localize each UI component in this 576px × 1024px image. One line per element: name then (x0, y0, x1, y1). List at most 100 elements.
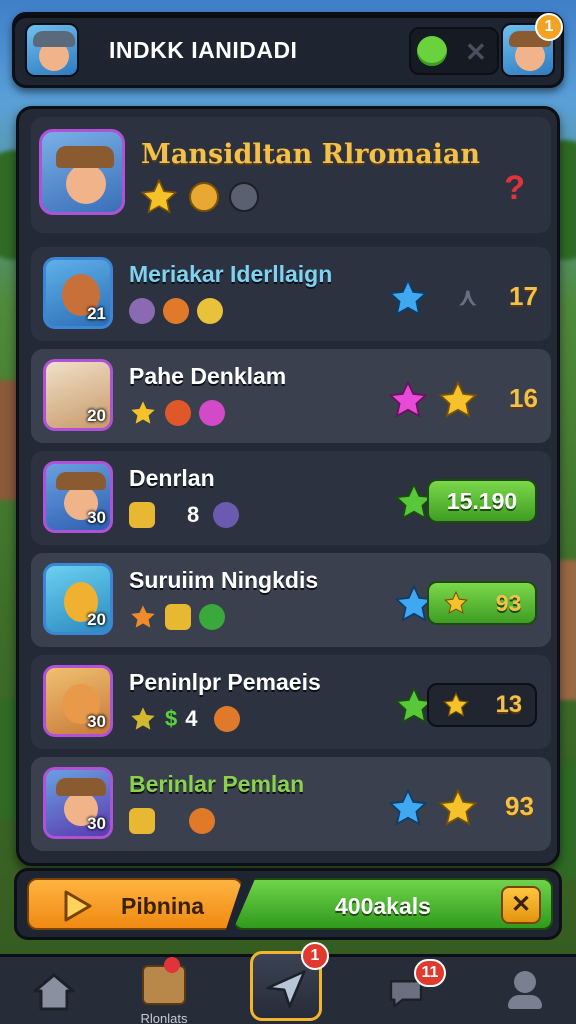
row-badges (129, 807, 215, 835)
close-button[interactable]: ✕ (501, 886, 541, 924)
star-icon (442, 691, 469, 717)
row-level: 20 (87, 406, 106, 425)
pink-gem-icon (199, 400, 225, 426)
home-icon (33, 973, 75, 1011)
nav-rewards-label: Rlonlats (140, 1011, 188, 1024)
rank-arrow-icon: ⋏ (459, 284, 477, 311)
center-badge: 1 (301, 942, 329, 970)
row-level: 30 (87, 712, 106, 731)
play-icon (64, 890, 92, 922)
star-icon (443, 590, 468, 614)
profile-icon (508, 971, 542, 1009)
leaderboard-row[interactable]: 30 Denrlan 8 15.190 (31, 451, 551, 545)
row-score: 13 (495, 691, 523, 718)
chat-badge: 11 (414, 959, 446, 987)
row-level: 30 (87, 814, 106, 833)
apple-icon (164, 957, 180, 973)
action-bar: Pibnina 400akals ✕ (14, 868, 562, 940)
row-badges: 8 (129, 501, 240, 529)
star-icon (388, 380, 428, 418)
orange-gem-icon (213, 706, 240, 732)
leaderboard-panel: Mansidltan Rlromaian ? 21 Meriakar Iderl… (16, 106, 560, 866)
row-player-name: Pahe Denklam (129, 363, 287, 389)
row-stat: 8 (187, 502, 200, 527)
star-icon (131, 401, 155, 424)
row-avatar: 21 (43, 257, 113, 329)
player-avatar[interactable] (25, 23, 79, 77)
nav-center-button[interactable]: 1 (250, 942, 329, 1021)
row-player-name: Denrlan (129, 465, 215, 491)
nav-chat[interactable]: 11 (370, 959, 450, 1024)
leaderboard-row[interactable]: 30 Peninlpr Pemaeis $ 4 13 (31, 655, 551, 749)
reward-button[interactable]: 400akals ✕ (233, 878, 553, 930)
row-player-name: Meriakar Iderllaign (129, 261, 333, 287)
leaderboard-row[interactable]: 20 Suruiim Ningkdis 93 (31, 553, 551, 647)
nav-rewards[interactable]: Rlonlats (124, 957, 204, 1024)
orange-gem-icon (163, 298, 189, 324)
nav-profile[interactable] (484, 965, 564, 1024)
orange-gem-icon (165, 400, 191, 426)
play-button[interactable]: Pibnina (27, 878, 243, 930)
orange-gem-icon (189, 808, 215, 834)
score-pill: 15.190 (427, 479, 537, 523)
row-avatar: 30 (43, 767, 113, 839)
star-icon (388, 278, 428, 316)
row-avatar: 20 (43, 563, 113, 635)
row-stat: 4 (185, 706, 198, 731)
leaderboard-row[interactable]: 20 Pahe Denklam 16 (31, 349, 551, 443)
toggle-on-icon (417, 36, 447, 66)
row-score: 93 (495, 589, 522, 616)
row-badges (129, 297, 223, 325)
bomb-icon (229, 182, 259, 212)
scroll-icon (142, 965, 186, 1005)
top-bar: INDKK IANIDADI ✕ 1 (12, 12, 564, 88)
row-player-name: Berinlar Pemlan (129, 771, 305, 797)
row-score: 93 (505, 791, 534, 821)
star-icon (438, 380, 478, 418)
green-gem-icon (199, 604, 225, 630)
gold-cube-icon (129, 808, 155, 834)
header-avatar[interactable] (39, 129, 125, 215)
row-badges (129, 603, 225, 631)
score-pill: 93 (427, 581, 537, 625)
header-rewards (139, 177, 259, 217)
row-score: 16 (509, 383, 538, 413)
star-icon (438, 788, 478, 826)
header-player-name: Mansidltan Rlromaian (141, 139, 480, 170)
score-pill: 13 (427, 683, 537, 727)
send-icon (266, 970, 306, 1008)
row-avatar: 30 (43, 461, 113, 533)
help-icon[interactable]: ? (504, 169, 525, 208)
gold-cube-icon (165, 604, 191, 630)
play-button-label: Pibnina (121, 893, 205, 919)
row-badges (129, 399, 225, 427)
header-card: Mansidltan Rlromaian ? (31, 117, 551, 233)
row-level: 30 (87, 508, 106, 527)
row-avatar: 20 (43, 359, 113, 431)
notification-badge: 1 (535, 13, 563, 41)
reward-button-label: 400akals (335, 893, 431, 919)
close-icon: ✕ (465, 37, 487, 67)
row-badges: $ 4 (129, 705, 240, 733)
row-level: 20 (87, 610, 106, 629)
coin-icon (189, 182, 219, 212)
row-avatar: 30 (43, 665, 113, 737)
nav-home[interactable] (14, 965, 94, 1024)
row-score: 17 (509, 281, 538, 311)
leaderboard-row[interactable]: 21 Meriakar Iderllaign ⋏ 17 (31, 247, 551, 341)
purple-creature-icon (213, 502, 240, 528)
row-player-name: Peninlpr Pemaeis (129, 669, 321, 695)
star-icon (131, 707, 155, 730)
row-player-name: Suruiim Ningkdis (129, 567, 319, 593)
bottom-nav: Rlonlats 1 11 (0, 942, 576, 1024)
leaderboard-row[interactable]: 30 Berinlar Pemlan 93 (31, 757, 551, 851)
screen-title: INDKK IANIDADI (109, 37, 298, 63)
chat-toggle[interactable]: ✕ (409, 27, 499, 75)
star-icon (131, 605, 155, 628)
creature-icon (129, 298, 155, 324)
star-icon (388, 788, 428, 826)
gold-cube-icon (129, 502, 155, 528)
coin-icon (197, 298, 223, 324)
star-icon (140, 178, 178, 214)
dollar-icon: $ (165, 706, 178, 731)
